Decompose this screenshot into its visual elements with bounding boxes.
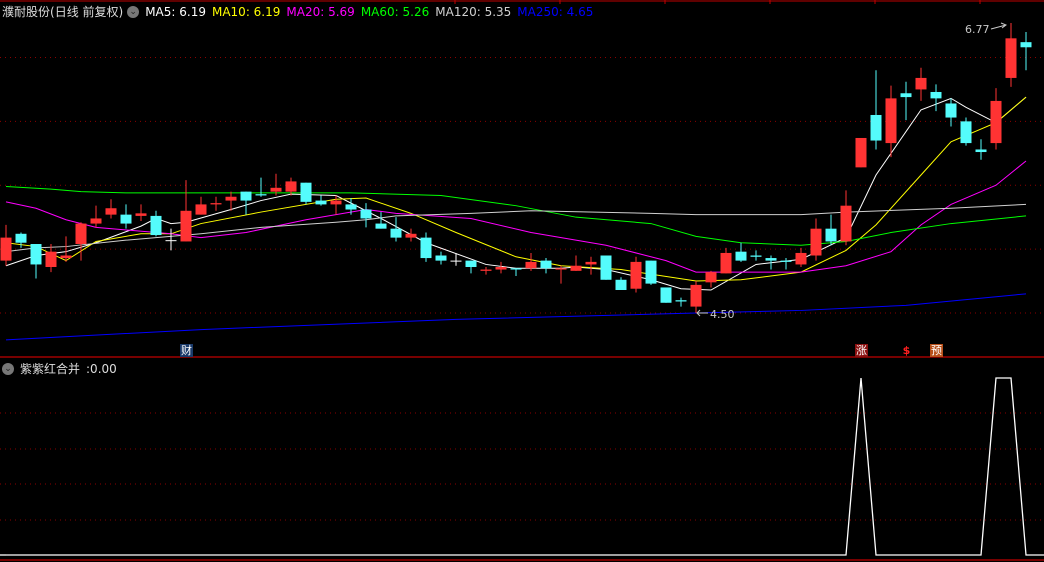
- ma10-label: MA10: 6.19: [211, 4, 281, 19]
- candle-body: [315, 200, 327, 205]
- candle-body: [630, 261, 642, 289]
- indicator-legend: ⌄ 紫紫红合并 :0.00: [2, 360, 117, 377]
- candle-body: [675, 300, 687, 302]
- indicator-line: [6, 377, 1044, 556]
- candle-body: [645, 260, 657, 284]
- candle-body: [480, 269, 492, 271]
- candle-body: [750, 255, 762, 257]
- candle-body: [210, 203, 222, 205]
- candle-body: [300, 182, 312, 202]
- candle-body: [690, 284, 702, 307]
- candle-body: [465, 260, 477, 268]
- chevron-down-icon[interactable]: ⌄: [2, 362, 14, 375]
- candle-body: [285, 181, 297, 192]
- candle-body: [840, 205, 852, 242]
- candle-body: [270, 187, 282, 192]
- candle-body: [405, 233, 417, 238]
- candle-body: [435, 255, 447, 261]
- candle-body: [915, 77, 927, 90]
- candle-body: [720, 252, 732, 274]
- candle-body: [960, 121, 972, 144]
- candle-body: [1020, 42, 1032, 48]
- event-marker[interactable]: 预: [930, 344, 943, 357]
- ma60-label: MA60: 5.26: [360, 4, 430, 19]
- candle-body: [420, 237, 432, 259]
- candle-body: [150, 215, 162, 236]
- candle-body: [240, 191, 252, 201]
- candle-body: [135, 213, 147, 216]
- candle-body: [495, 267, 507, 270]
- candle-body: [765, 258, 777, 261]
- kline-chart[interactable]: 6.77 4.50: [0, 0, 1044, 562]
- candle-body: [60, 255, 72, 259]
- arrow-icon: [696, 309, 708, 317]
- candle-body: [555, 268, 567, 270]
- candle-body: [390, 228, 402, 238]
- candle-body: [945, 103, 957, 118]
- high-price-label: 6.77: [965, 23, 990, 36]
- candle-body: [525, 261, 537, 269]
- indicator-name: 紫紫红合并: [20, 362, 81, 376]
- candle-body: [225, 196, 237, 201]
- candle-body: [540, 260, 552, 269]
- main-legend: 濮耐股份 (日线 前复权) ⌄ MA5: 6.19 MA10: 6.19 MA2…: [2, 3, 599, 20]
- candle-body: [1005, 38, 1017, 78]
- candle-body: [885, 98, 897, 144]
- candle-body: [360, 209, 372, 219]
- candle-body: [585, 261, 597, 265]
- candle-body: [180, 210, 192, 242]
- candle-body: [45, 251, 57, 268]
- candle-body: [15, 233, 27, 243]
- candle-body: [810, 228, 822, 256]
- candle-body: [825, 228, 837, 242]
- chevron-down-icon[interactable]: ⌄: [127, 5, 140, 18]
- low-price-label: 4.50: [710, 308, 735, 321]
- event-marker[interactable]: 涨: [855, 344, 868, 357]
- event-marker[interactable]: $: [900, 344, 913, 357]
- candle-body: [930, 91, 942, 99]
- candle-body: [735, 251, 747, 261]
- candle-body: [510, 268, 522, 270]
- candle-body: [195, 204, 207, 215]
- candle-body: [570, 265, 582, 271]
- candle-body: [855, 137, 867, 168]
- event-marker[interactable]: 财: [180, 344, 193, 357]
- candle-body: [90, 218, 102, 224]
- ma120-label: MA120: 5.35: [435, 4, 512, 19]
- candle-body: [660, 287, 672, 303]
- candle-body: [0, 237, 12, 261]
- stock-name: 濮耐股份: [2, 5, 51, 19]
- candle-body: [900, 93, 912, 98]
- ma250-label: MA250: 4.65: [517, 4, 594, 19]
- candle-body: [450, 260, 462, 262]
- candle-body: [30, 244, 42, 265]
- candle-body: [780, 260, 792, 262]
- ma5-label: MA5: 6.19: [145, 4, 206, 19]
- candle-body: [600, 255, 612, 280]
- candle-body: [75, 223, 87, 245]
- candle-body: [990, 100, 1002, 144]
- candle-body: [795, 252, 807, 265]
- candle-body: [870, 114, 882, 141]
- candle-body: [165, 240, 177, 242]
- candle-body: [615, 279, 627, 290]
- arrow-icon: [990, 22, 1008, 30]
- candle-body: [255, 194, 267, 196]
- ma-line-ma250: [5, 293, 1027, 341]
- candle-body: [705, 272, 717, 283]
- indicator-value: :0.00: [86, 361, 117, 376]
- candle-body: [330, 200, 342, 205]
- candle-body: [120, 214, 132, 224]
- candle-body: [105, 208, 117, 215]
- candle-body: [975, 149, 987, 153]
- ma20-label: MA20: 5.69: [286, 4, 355, 19]
- candle-body: [345, 204, 357, 210]
- candle-body: [375, 223, 387, 229]
- period-label: (日线 前复权): [50, 5, 124, 19]
